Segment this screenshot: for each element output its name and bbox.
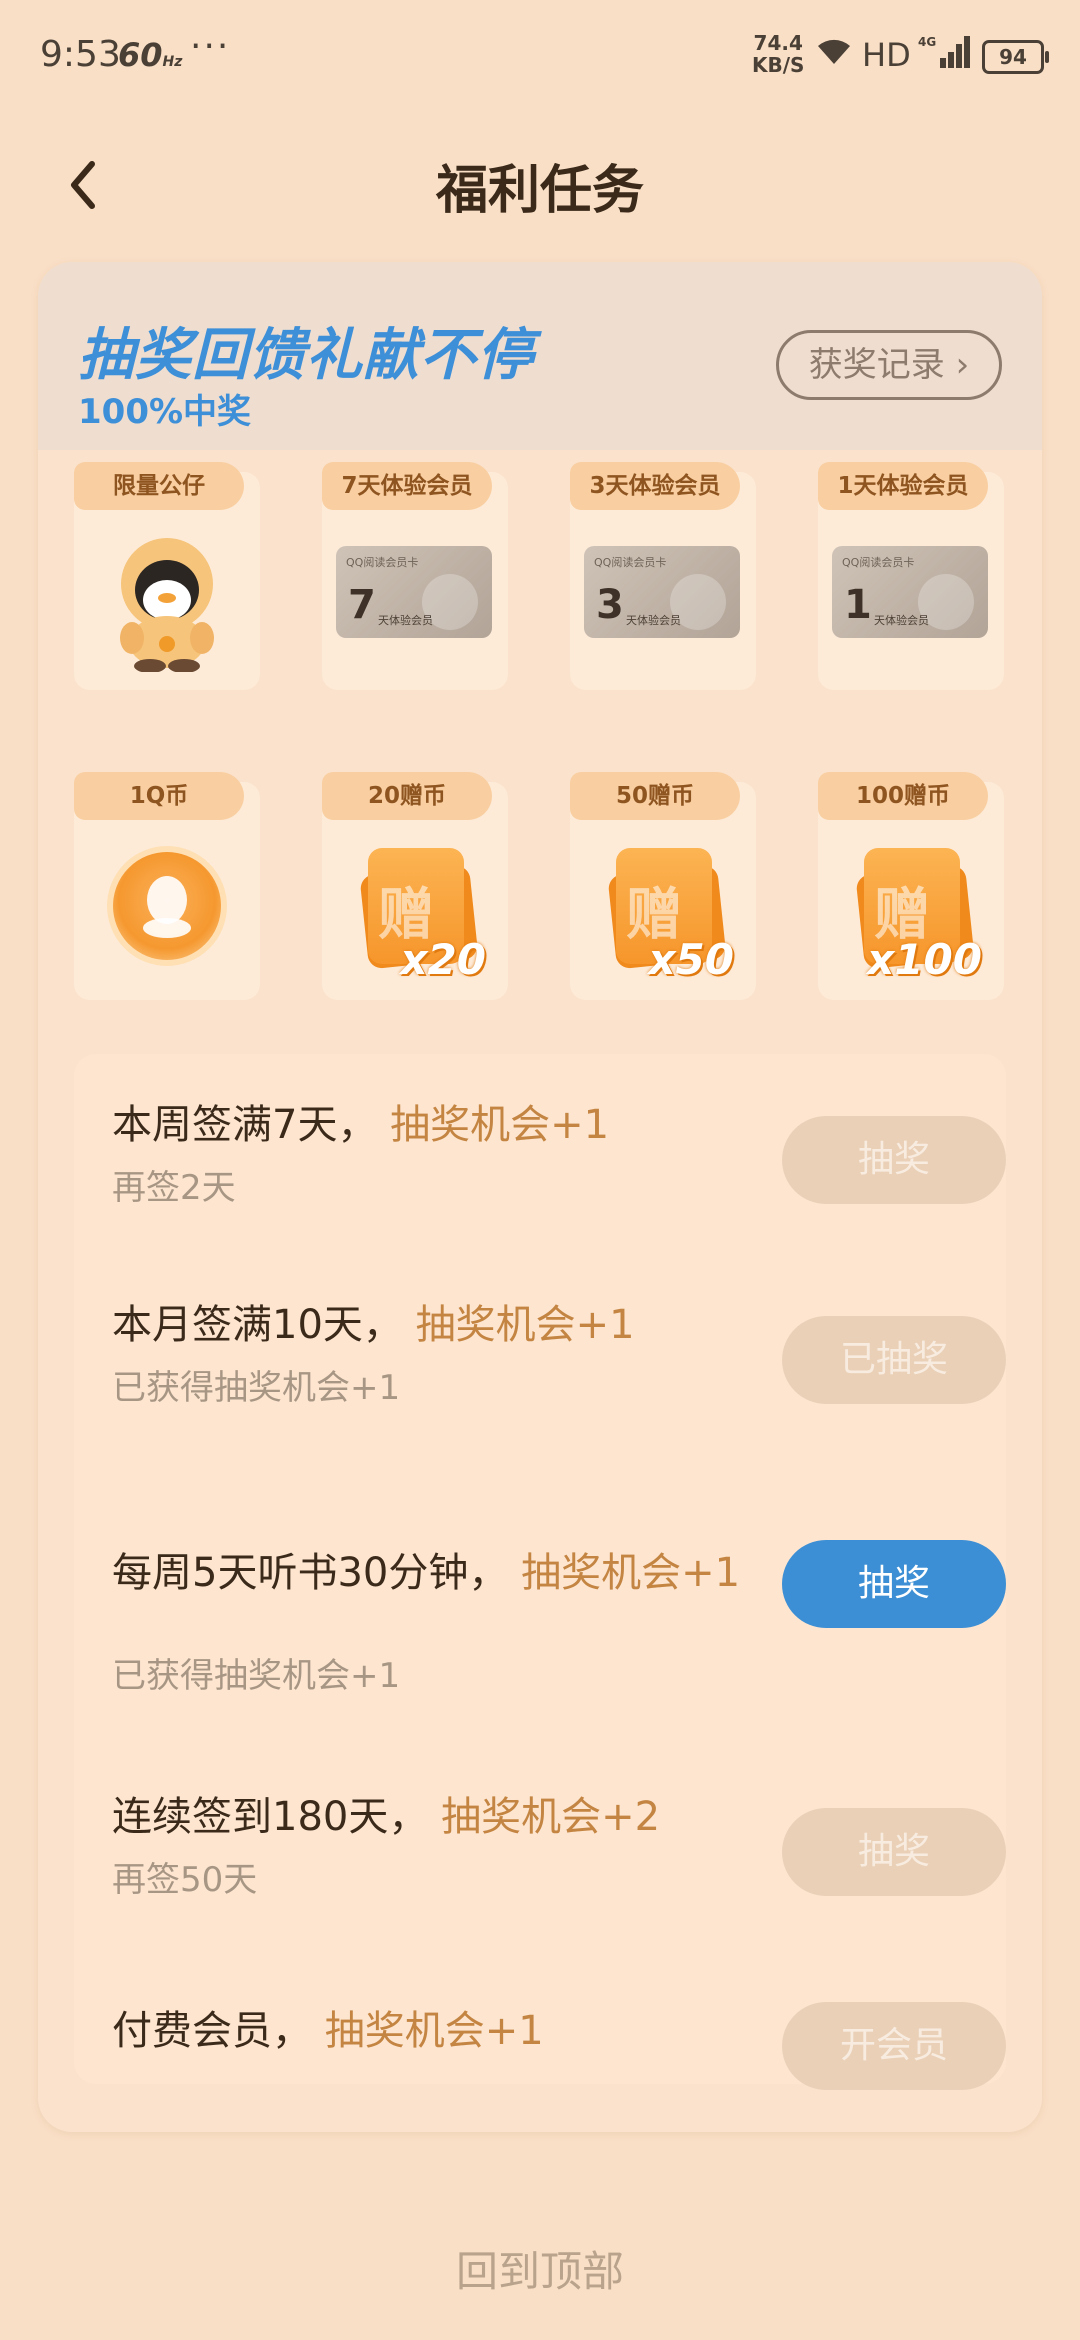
task-subtitle: 已获得抽奖机会+1	[112, 1368, 401, 1408]
prize-item: 50赠币 赠 x50	[570, 772, 756, 1000]
net-speed: 74.4 KB/S	[752, 32, 804, 76]
back-to-top-button[interactable]: 回到顶部	[0, 2238, 1080, 2299]
gift-coin-icon: 赠 x50	[570, 842, 756, 984]
refresh-rate: 60Hz	[118, 36, 182, 74]
lottery-banner: 抽奖回馈礼献不停 100%中奖 获奖记录 ›	[38, 262, 1042, 450]
refresh-rate-unit: Hz	[162, 54, 183, 70]
hd-badge: HD	[862, 36, 911, 74]
prize-tag: 7天体验会员	[322, 462, 492, 510]
lottery-slogan: 抽奖回馈礼献不停	[78, 323, 534, 388]
status-time: 9:53	[40, 34, 121, 75]
penguin-figure-icon	[74, 532, 260, 673]
vip-card-text: 天体验会员	[626, 614, 681, 627]
battery-icon: 94	[982, 40, 1049, 74]
prize-tag: 3天体验会员	[570, 462, 740, 510]
prize-item: 7天体验会员 QQ阅读会员卡 7 天体验会员	[322, 462, 508, 690]
vip-card-text: 天体验会员	[874, 614, 929, 627]
prize-record-button[interactable]: 获奖记录 ›	[776, 330, 1002, 400]
page-title: 福利任务	[435, 161, 644, 221]
signal-icon: 4G	[918, 35, 970, 68]
task-title: 本月签满10天， 抽奖机会+1	[112, 1302, 772, 1348]
draw-button[interactable]: 抽奖	[782, 1540, 1006, 1628]
task-list: 本周签满7天， 抽奖机会+1 再签2天 抽奖 本月签满10天， 抽奖机会+1 已…	[74, 1054, 1006, 2090]
prize-item: 3天体验会员 QQ阅读会员卡 3 天体验会员	[570, 462, 756, 690]
gift-coin-icon: 赠 x100	[818, 842, 1004, 984]
prize-item: 20赠币 赠 x20	[322, 772, 508, 1000]
drawn-button[interactable]: 已抽奖	[782, 1316, 1006, 1404]
vip-card-header: QQ阅读会员卡	[346, 556, 419, 569]
status-bar: 9:53 60Hz ··· 74.4 KB/S HD 4G 94	[0, 0, 1080, 112]
task-text: 每周5天听书30分钟，	[112, 1550, 509, 1596]
task-title: 付费会员， 抽奖机会+1	[112, 2008, 772, 2054]
prize-tag: 1Q币	[74, 772, 244, 820]
task-text: 付费会员，	[112, 2008, 312, 2054]
task-text: 本周签满7天，	[112, 1102, 378, 1148]
prize-item: 1Q币	[74, 772, 260, 1000]
gift-amount: x20	[400, 935, 486, 984]
task-text: 本月签满10天，	[112, 1302, 403, 1348]
net-speed-unit: KB/S	[752, 53, 805, 77]
prize-tag: 限量公仔	[74, 462, 244, 510]
prize-item: 1天体验会员 QQ阅读会员卡 1 天体验会员	[818, 462, 1004, 690]
more-dots-icon: ···	[190, 26, 231, 67]
prize-tag: 1天体验会员	[818, 462, 988, 510]
qq-coin-icon	[74, 842, 260, 982]
task-title: 本周签满7天， 抽奖机会+1	[112, 1102, 772, 1148]
prize-item: 限量公仔	[74, 462, 260, 690]
task-title: 连续签到180天， 抽奖机会+2	[112, 1794, 772, 1840]
task-subtitle: 再签50天	[112, 1860, 258, 1900]
draw-button[interactable]: 抽奖	[782, 1116, 1006, 1204]
task-reward: 抽奖机会+1	[521, 1550, 741, 1596]
vip-card-header: QQ阅读会员卡	[842, 556, 915, 569]
refresh-rate-value: 60	[118, 36, 163, 74]
gift-amount: x50	[648, 935, 734, 984]
task-text: 连续签到180天，	[112, 1794, 429, 1840]
vip-card-days: 3	[596, 582, 624, 628]
task-title: 每周5天听书30分钟， 抽奖机会+1	[112, 1550, 772, 1596]
task-subtitle: 已获得抽奖机会+1	[112, 1656, 401, 1696]
wifi-icon	[818, 39, 850, 64]
vip-card-header: QQ阅读会员卡	[594, 556, 667, 569]
open-membership-button[interactable]: 开会员	[782, 2002, 1006, 2090]
prize-tag: 100赠币	[818, 772, 988, 820]
task-reward: 抽奖机会+1	[324, 2008, 544, 2054]
gift-coin-icon: 赠 x20	[322, 842, 508, 984]
task-reward: 抽奖机会+1	[390, 1102, 610, 1148]
prize-tag: 50赠币	[570, 772, 740, 820]
lottery-card: 抽奖回馈礼献不停 100%中奖 获奖记录 › 限量公仔 7天体验会员 QQ阅读会…	[38, 262, 1042, 2132]
task-reward: 抽奖机会+2	[441, 1794, 661, 1840]
network-type: 4G	[918, 35, 936, 49]
gift-amount: x100	[867, 935, 982, 984]
vip-card-icon: QQ阅读会员卡 3 天体验会员	[570, 532, 756, 672]
task-reward: 抽奖机会+1	[415, 1302, 635, 1348]
vip-card-days: 1	[844, 582, 872, 628]
prize-item: 100赠币 赠 x100	[818, 772, 1004, 1000]
lottery-subtitle: 100%中奖	[78, 392, 252, 432]
prize-tag: 20赠币	[322, 772, 492, 820]
vip-card-days: 7	[348, 582, 376, 628]
vip-card-icon: QQ阅读会员卡 1 天体验会员	[818, 532, 1004, 672]
vip-card-icon: QQ阅读会员卡 7 天体验会员	[322, 532, 508, 672]
net-speed-value: 74.4	[753, 31, 803, 55]
draw-button[interactable]: 抽奖	[782, 1808, 1006, 1896]
task-subtitle: 再签2天	[112, 1168, 236, 1208]
vip-card-text: 天体验会员	[378, 614, 433, 627]
